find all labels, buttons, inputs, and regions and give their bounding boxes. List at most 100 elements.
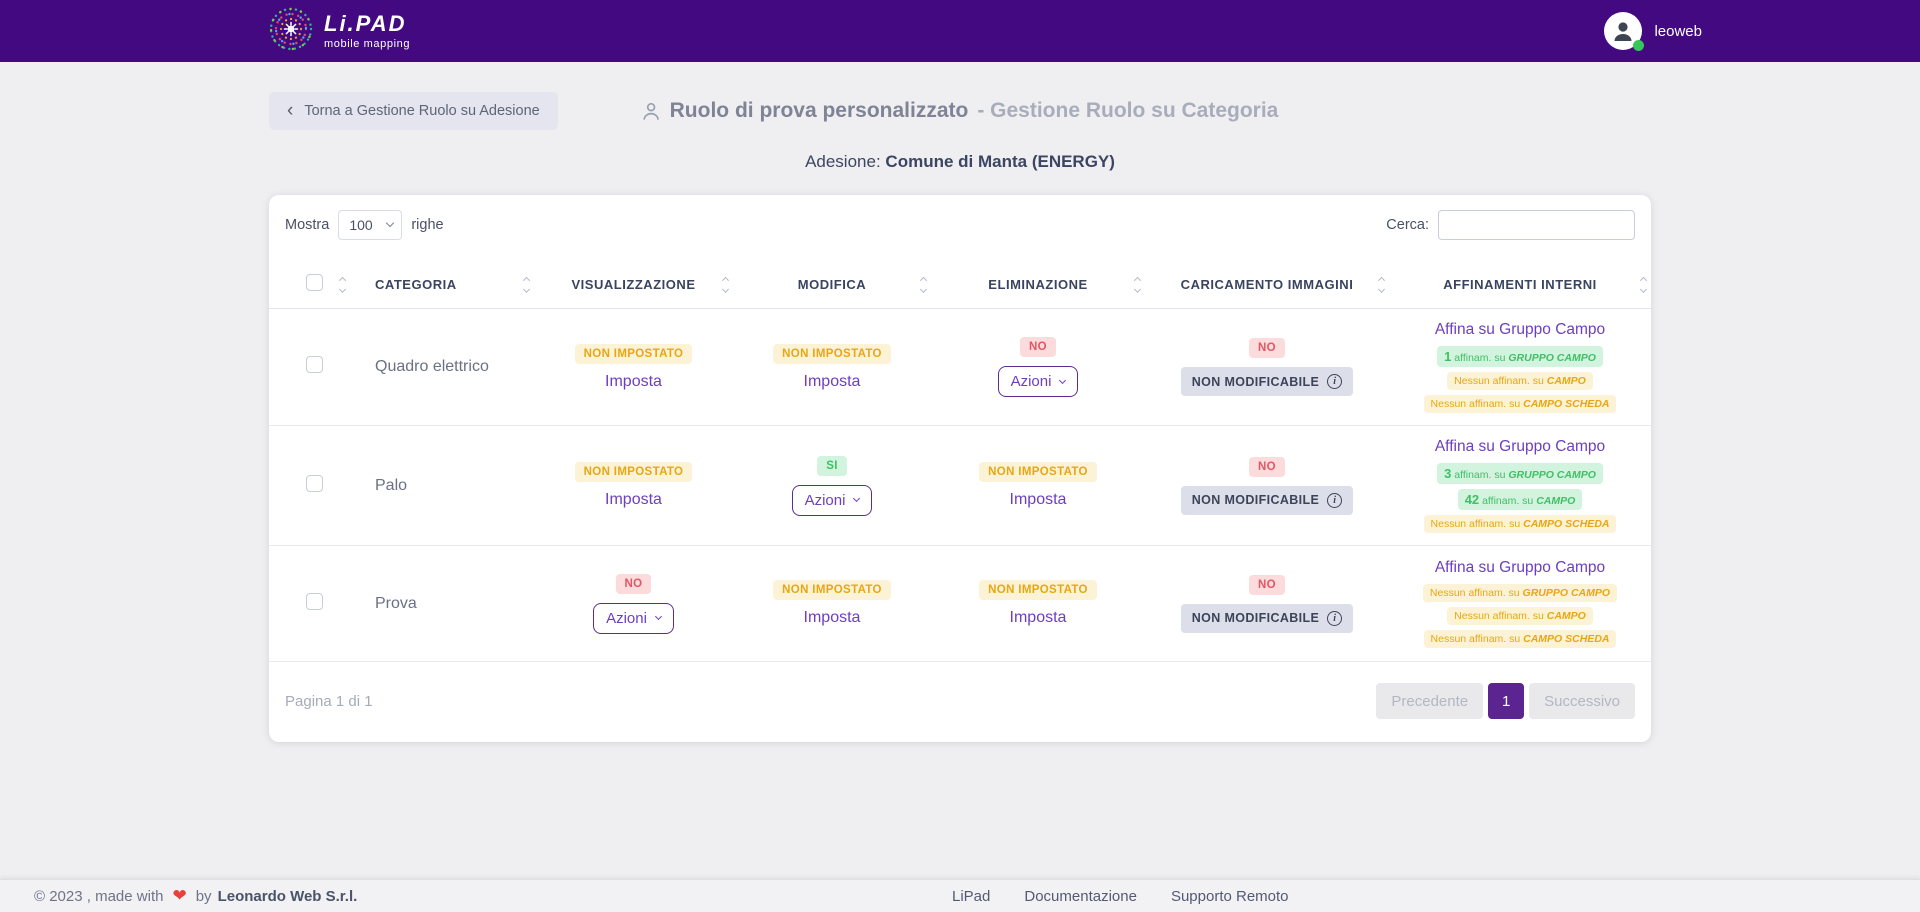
row-checkbox[interactable] xyxy=(306,475,323,492)
footer-link-lipad[interactable]: LiPad xyxy=(952,888,990,905)
pagination-buttons: Precedente 1 Successivo xyxy=(1376,683,1635,719)
sort-arrows[interactable] xyxy=(1641,278,1646,292)
col-header-caricamento-immagini[interactable]: CARICAMENTO IMMAGINI xyxy=(1145,264,1389,309)
chevron-left-icon: ‹ xyxy=(287,101,293,120)
online-status-dot xyxy=(1633,40,1644,51)
azioni-dropdown[interactable]: Azioni xyxy=(593,603,674,634)
row-select-cell xyxy=(269,546,359,662)
lipad-logo-icon xyxy=(268,6,314,57)
imposta-link[interactable]: Imposta xyxy=(804,373,861,391)
back-button-label: Torna a Gestione Ruolo su Adesione xyxy=(304,103,539,119)
category-cell: Palo xyxy=(359,426,534,546)
affina-gruppo-campo-link[interactable]: Affina su Gruppo Campo xyxy=(1435,438,1605,456)
pagination-info: Pagina 1 di 1 xyxy=(285,693,373,710)
table-row: Palo NON IMPOSTATO Imposta SI Azioni NON… xyxy=(269,426,1651,546)
sort-arrows[interactable] xyxy=(921,278,926,292)
page-title: Ruolo di prova personalizzato - Gestione… xyxy=(642,99,1279,123)
affina-gruppo-campo-link[interactable]: Affina su Gruppo Campo xyxy=(1435,321,1605,339)
col-header-visualizzazione[interactable]: VISUALIZZAZIONE xyxy=(534,264,733,309)
person-outline-icon xyxy=(642,102,661,121)
row-select-cell xyxy=(269,309,359,426)
footer-links: LiPad Documentazione Supporto Remoto xyxy=(952,888,1289,905)
col-header-categoria[interactable]: CATEGORIA xyxy=(359,264,534,309)
status-badge: NO xyxy=(1020,337,1056,357)
footer-link-supporto-remoto[interactable]: Supporto Remoto xyxy=(1171,888,1289,905)
next-page-button[interactable]: Successivo xyxy=(1529,683,1635,719)
info-icon[interactable]: i xyxy=(1327,611,1342,626)
status-badge: NON IMPOSTATO xyxy=(773,580,891,600)
status-badge: NO xyxy=(1249,575,1285,595)
back-button[interactable]: ‹ Torna a Gestione Ruolo su Adesione xyxy=(269,92,558,130)
eliminazione-cell: NON IMPOSTATO Imposta xyxy=(931,426,1145,546)
affinamenti-interni-cell: Affina su Gruppo Campo Nessun affinam. s… xyxy=(1389,546,1651,662)
user-menu[interactable]: leoweb xyxy=(1604,12,1702,50)
col-header-eliminazione[interactable]: ELIMINAZIONE xyxy=(931,264,1145,309)
affinamento-badge: Nessun affinam. su CAMPO SCHEDA xyxy=(1424,515,1617,533)
status-badge: NON IMPOSTATO xyxy=(979,580,1097,600)
affinamenti-interni-cell: Affina su Gruppo Campo 1 affinam. su GRU… xyxy=(1389,309,1651,426)
status-badge: NO xyxy=(616,574,652,594)
col-header-affinamenti-interni[interactable]: AFFINAMENTI INTERNI xyxy=(1389,264,1651,309)
adesione-value: Comune di Manta (ENERGY) xyxy=(885,152,1115,171)
show-label: Mostra xyxy=(285,217,329,233)
affinamento-badge: Nessun affinam. su CAMPO xyxy=(1447,607,1593,625)
roles-table: CATEGORIA VISUALIZZAZIONE MODIFICA ELIMI… xyxy=(269,264,1651,662)
azioni-dropdown[interactable]: Azioni xyxy=(998,366,1079,397)
affinamenti-interni-cell: Affina su Gruppo Campo 3 affinam. su GRU… xyxy=(1389,426,1651,546)
affinamento-badge: 3 affinam. su GRUPPO CAMPO xyxy=(1437,463,1603,484)
previous-page-button[interactable]: Precedente xyxy=(1376,683,1483,719)
visualizzazione-cell: NON IMPOSTATO Imposta xyxy=(534,426,733,546)
status-badge: NON IMPOSTATO xyxy=(979,462,1097,482)
sort-arrows[interactable] xyxy=(1135,278,1140,292)
category-label: Palo xyxy=(375,477,407,494)
info-icon[interactable]: i xyxy=(1327,374,1342,389)
footer-link-documentazione[interactable]: Documentazione xyxy=(1024,888,1137,905)
page-title-role: Ruolo di prova personalizzato xyxy=(670,99,969,123)
sort-arrows[interactable] xyxy=(723,278,728,292)
table-body: Quadro elettrico NON IMPOSTATO Imposta N… xyxy=(269,309,1651,662)
roles-table-card: Mostra 100 righe Cerca: xyxy=(269,195,1651,742)
page-header-row: ‹ Torna a Gestione Ruolo su Adesione Ruo… xyxy=(269,91,1651,131)
rows-label: righe xyxy=(411,217,443,233)
sort-arrows[interactable] xyxy=(524,278,529,292)
copyright-by: by xyxy=(196,888,212,905)
category-label: Quadro elettrico xyxy=(375,358,489,375)
status-badge: NO xyxy=(1249,457,1285,477)
info-icon[interactable]: i xyxy=(1327,493,1342,508)
imposta-link[interactable]: Imposta xyxy=(804,609,861,627)
lipad-logo[interactable]: Li.PAD mobile mapping xyxy=(268,6,410,57)
current-page-button[interactable]: 1 xyxy=(1488,683,1524,719)
azioni-dropdown[interactable]: Azioni xyxy=(792,485,873,516)
imposta-link[interactable]: Imposta xyxy=(605,491,662,509)
visualizzazione-cell: NO Azioni xyxy=(534,546,733,662)
col-header-select xyxy=(269,264,359,309)
adesione-line: Adesione: Comune di Manta (ENERGY) xyxy=(0,152,1920,172)
affinamento-badge: Nessun affinam. su CAMPO xyxy=(1447,372,1593,390)
search-input[interactable] xyxy=(1438,210,1635,240)
person-icon xyxy=(1611,19,1635,43)
modifica-cell: SI Azioni xyxy=(733,426,931,546)
status-badge: NON IMPOSTATO xyxy=(575,462,693,482)
pagination: Pagina 1 di 1 Precedente 1 Successivo xyxy=(269,662,1651,742)
row-checkbox[interactable] xyxy=(306,356,323,373)
caricamento-immagini-cell: NO NON MODIFICABILE i xyxy=(1145,309,1389,426)
company-name: Leonardo Web S.r.l. xyxy=(218,888,358,905)
sort-arrows[interactable] xyxy=(1379,278,1384,292)
non-modificabile-badge: NON MODIFICABILE i xyxy=(1181,367,1354,396)
table-row: Quadro elettrico NON IMPOSTATO Imposta N… xyxy=(269,309,1651,426)
table-header-row: CATEGORIA VISUALIZZAZIONE MODIFICA ELIMI… xyxy=(269,264,1651,309)
row-select-cell xyxy=(269,426,359,546)
imposta-link[interactable]: Imposta xyxy=(1010,609,1067,627)
status-badge: SI xyxy=(817,456,847,476)
imposta-link[interactable]: Imposta xyxy=(1010,491,1067,509)
sort-arrows[interactable] xyxy=(340,278,345,292)
col-header-modifica[interactable]: MODIFICA xyxy=(733,264,931,309)
row-checkbox[interactable] xyxy=(306,593,323,610)
page-length-select[interactable]: 100 xyxy=(338,210,402,240)
select-all-checkbox[interactable] xyxy=(306,274,323,291)
imposta-link[interactable]: Imposta xyxy=(605,373,662,391)
affina-gruppo-campo-link[interactable]: Affina su Gruppo Campo xyxy=(1435,559,1605,577)
table-row: Prova NO Azioni NON IMPOSTATO Imposta NO… xyxy=(269,546,1651,662)
category-cell: Prova xyxy=(359,546,534,662)
modifica-cell: NON IMPOSTATO Imposta xyxy=(733,546,931,662)
